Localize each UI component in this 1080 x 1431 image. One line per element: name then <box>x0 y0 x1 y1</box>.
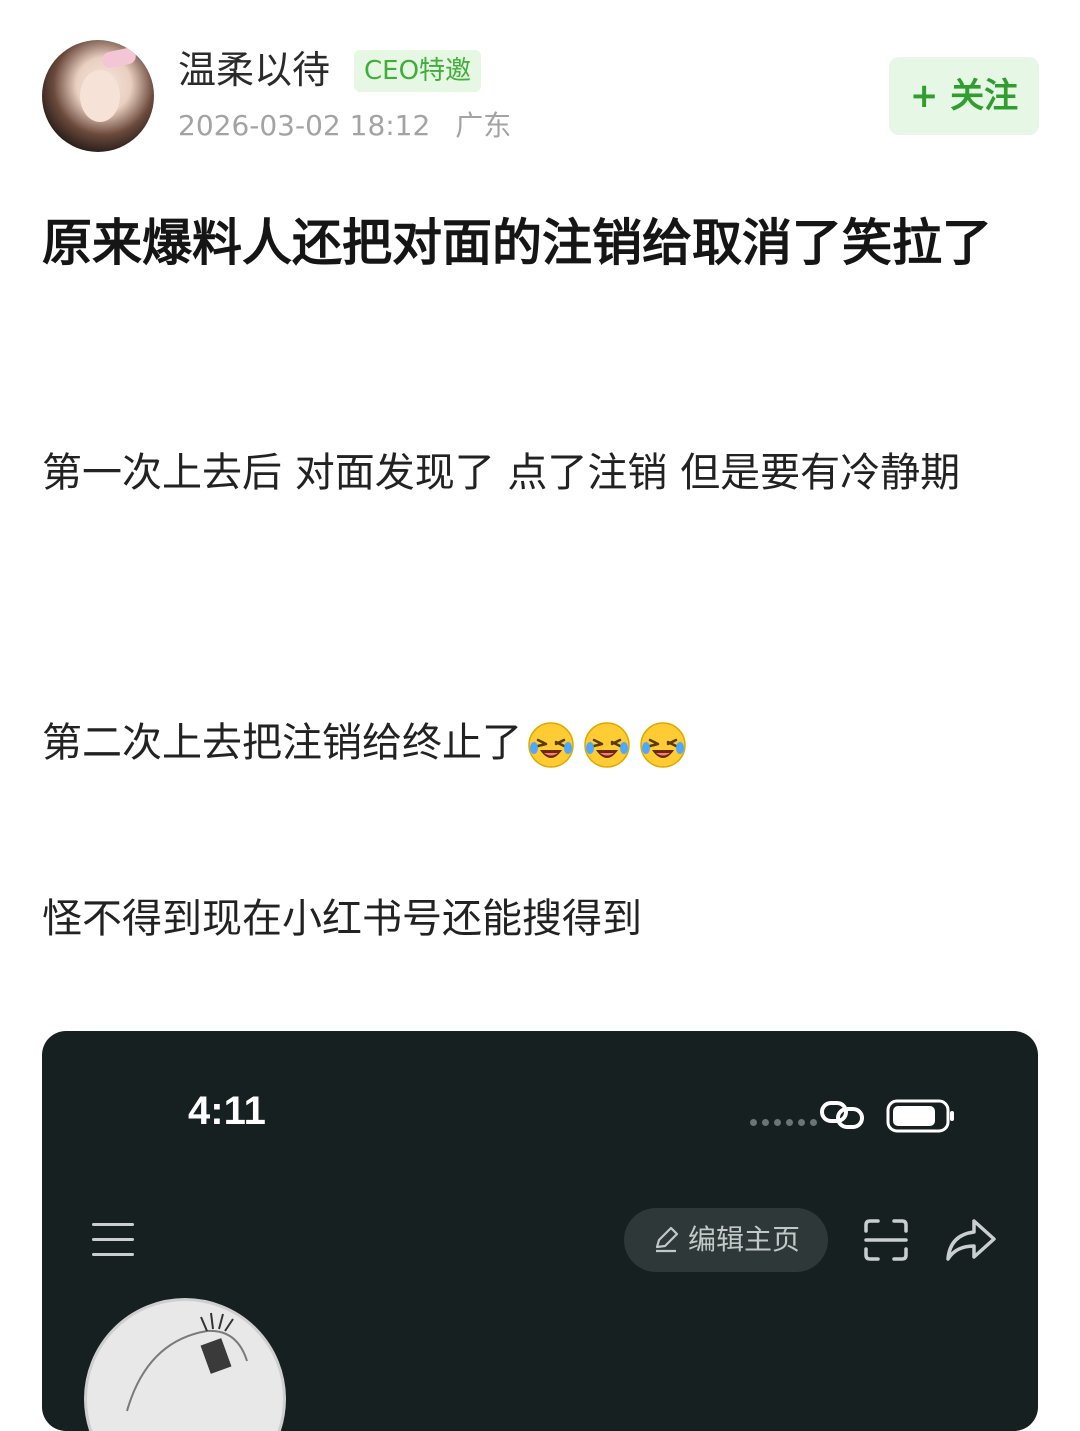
author-avatar[interactable] <box>42 40 154 152</box>
post-paragraph-1: 第一次上去后 对面发现了 点了注销 但是要有冷静期 <box>42 450 961 496</box>
post-paragraph-2: 第二次上去把注销给终止了 <box>42 700 1042 786</box>
scan-icon[interactable] <box>862 1217 910 1263</box>
rofl-emoji-icon <box>528 722 574 768</box>
avatar-hair-bow <box>100 46 138 70</box>
author-name[interactable]: 温柔以待 <box>178 46 330 94</box>
link-icon <box>820 1101 864 1129</box>
post-paragraph-3: 怪不得到现在小红书号还能搜得到 <box>42 896 642 942</box>
edit-profile-label: 编辑主页 <box>687 1223 800 1256</box>
post-date: 2026-03-02 18:12 <box>178 109 431 142</box>
rofl-emoji-icon <box>640 722 686 768</box>
profile-avatar[interactable] <box>84 1298 286 1431</box>
ceo-badge: CEO特邀 <box>354 50 482 92</box>
rofl-emoji-icon <box>584 722 630 768</box>
profile-avatar-sketch <box>126 1312 248 1412</box>
edit-pencil-icon <box>655 1226 679 1253</box>
paragraph-2-text: 第二次上去把注销给终止了 <box>42 720 522 766</box>
post-title: 原来爆料人还把对面的注销给取消了笑拉了 <box>42 214 992 272</box>
battery-icon <box>886 1099 954 1133</box>
embedded-screenshot[interactable]: 4:11 编辑主页 <box>42 1031 1038 1431</box>
edit-profile-button[interactable]: 编辑主页 <box>624 1208 828 1272</box>
menu-icon[interactable] <box>90 1220 136 1260</box>
post-meta: 2026-03-02 18:12 广东 <box>178 108 511 144</box>
signal-dots <box>750 1119 817 1126</box>
avatar-face <box>80 70 120 122</box>
share-icon[interactable] <box>944 1217 998 1263</box>
post-location: 广东 <box>455 109 512 142</box>
follow-button[interactable]: + 关注 <box>889 57 1039 135</box>
emoji-row <box>526 720 694 770</box>
status-bar-time: 4:11 <box>188 1089 266 1133</box>
